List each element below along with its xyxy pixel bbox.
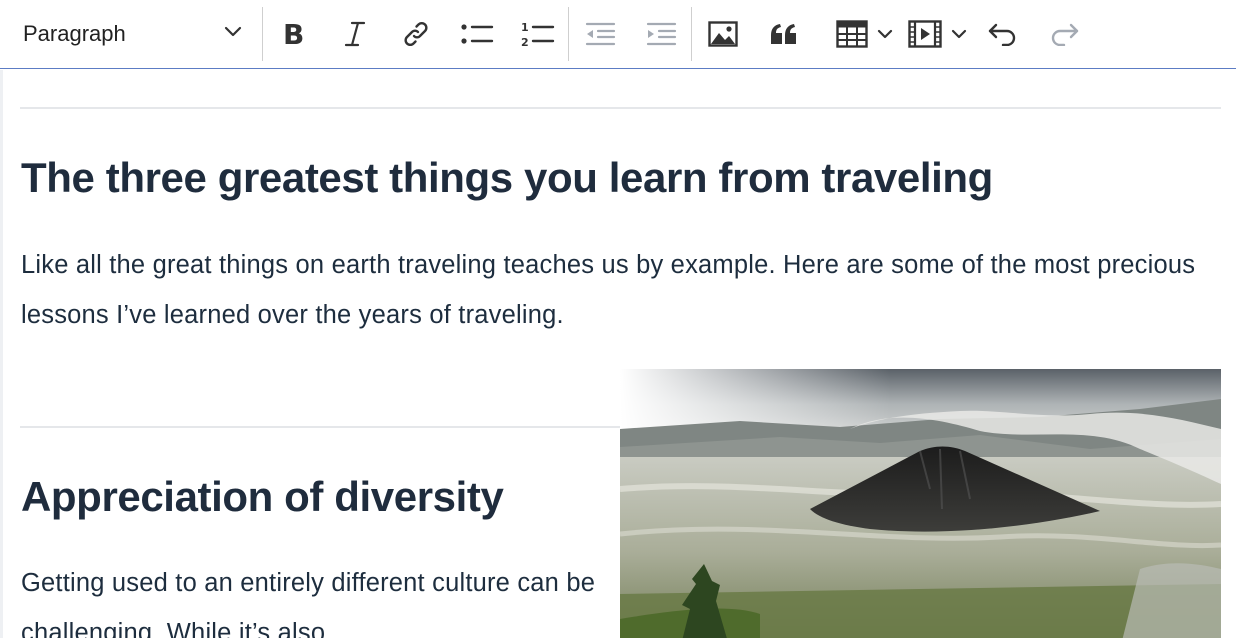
chevron-down-icon[interactable] (872, 0, 898, 69)
heading-dropdown[interactable]: Paragraph (0, 0, 262, 69)
undo-button[interactable] (972, 0, 1033, 69)
insert-table-button[interactable] (814, 0, 898, 69)
heading-dropdown-value: Paragraph (23, 21, 126, 46)
media-icon (908, 20, 942, 48)
table-icon (836, 20, 868, 48)
redo-button[interactable] (1033, 0, 1094, 69)
section-heading: Appreciation of diversity (21, 473, 504, 520)
italic-button[interactable] (324, 0, 385, 69)
svg-text:1: 1 (521, 21, 529, 34)
section-paragraph: Getting used to an entirely different cu… (21, 569, 596, 638)
image-icon (707, 21, 738, 47)
bold-icon: B (283, 20, 304, 48)
numbered-list-button[interactable]: 1 2 (507, 0, 568, 69)
quote-icon (770, 24, 796, 44)
horizontal-rule (20, 426, 620, 428)
indent-icon (646, 22, 676, 46)
section-paragraph: Like all the great things on earth trave… (21, 251, 1196, 329)
indent-button[interactable] (630, 0, 691, 69)
svg-text:B: B (283, 20, 304, 48)
editor-content[interactable]: The three greatest things you learn from… (0, 70, 1236, 638)
block-quote-button[interactable] (753, 0, 814, 69)
chevron-down-icon (224, 25, 242, 43)
undo-icon (988, 23, 1015, 46)
italic-icon (344, 21, 365, 47)
numbered-list-icon: 1 2 (521, 21, 554, 48)
section-heading: The three greatest things you learn from… (21, 154, 993, 201)
horizontal-rule (20, 107, 1221, 109)
outdent-button[interactable] (569, 0, 630, 69)
link-button[interactable] (385, 0, 446, 69)
svg-text:2: 2 (521, 36, 529, 48)
chevron-down-icon[interactable] (946, 0, 972, 69)
redo-icon (1051, 23, 1078, 46)
link-icon (403, 21, 428, 47)
insert-image-button[interactable] (692, 0, 753, 69)
outdent-icon (585, 22, 615, 46)
insert-media-button[interactable] (898, 0, 972, 69)
volcano-image[interactable] (620, 369, 1221, 638)
bulleted-list-button[interactable] (446, 0, 507, 69)
bulleted-list-icon (460, 24, 493, 44)
editor-toolbar: Paragraph B 1 2 (0, 0, 1236, 69)
bold-button[interactable]: B (263, 0, 324, 69)
